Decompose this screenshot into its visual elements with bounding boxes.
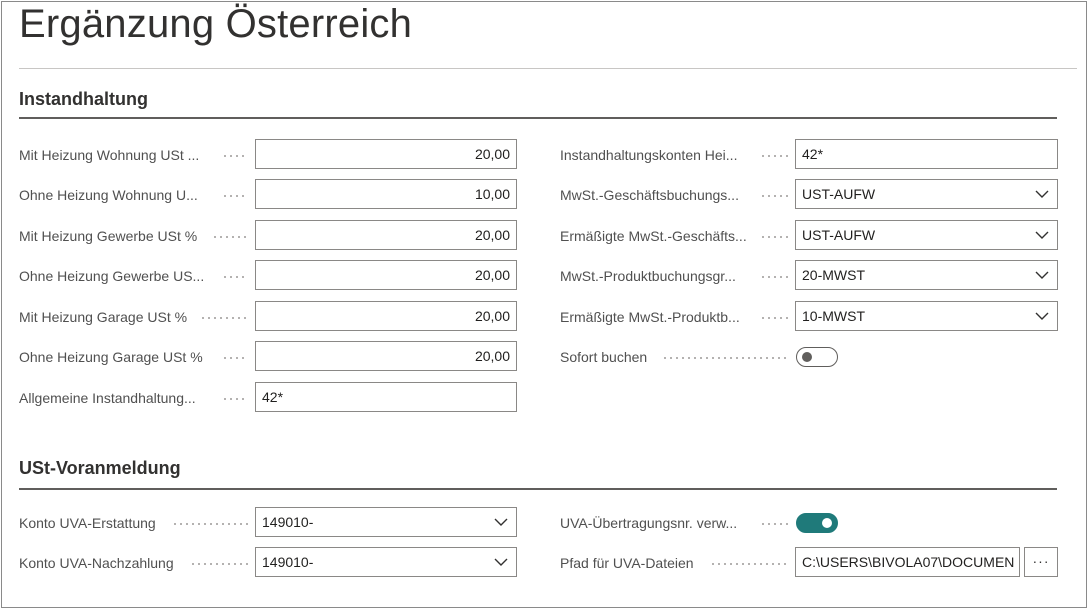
section-title-ust-voranmeldung[interactable]: USt-Voranmeldung	[19, 458, 181, 479]
mit-heizung-wohnung-input[interactable]: 20,00	[255, 139, 517, 169]
chevron-down-icon[interactable]	[494, 517, 508, 527]
uva-uebertragungsnr-toggle[interactable]	[796, 513, 838, 533]
leader-dots	[190, 563, 248, 565]
field-label: Allgemeine Instandhaltung...	[19, 390, 196, 406]
leader-dots	[760, 195, 788, 197]
ohne-heizung-gewerbe-input[interactable]: 20,00	[255, 260, 517, 290]
section-divider	[19, 117, 1057, 119]
field-label: Ohne Heizung Gewerbe US...	[19, 268, 205, 284]
field-label: Ermäßigte MwSt.-Produktb...	[560, 309, 740, 325]
leader-dots	[172, 523, 248, 525]
field-label: Mit Heizung Garage USt %	[19, 309, 188, 325]
leader-dots	[222, 155, 248, 157]
assist-edit-button[interactable]: ···	[1024, 547, 1058, 577]
sofort-buchen-toggle[interactable]	[796, 347, 838, 367]
leader-dots	[760, 523, 788, 525]
section-title-instandhaltung[interactable]: Instandhaltung	[19, 89, 148, 110]
leader-dots	[710, 563, 788, 565]
select-value: 10-MWST	[802, 308, 865, 324]
field-label: Ohne Heizung Wohnung U...	[19, 187, 198, 203]
field-label: UVA-Übertragungsnr. verw...	[560, 515, 738, 531]
konto-uva-erstattung-select[interactable]: 149010-	[255, 507, 517, 537]
chevron-down-icon[interactable]	[1035, 189, 1049, 199]
chevron-down-icon[interactable]	[1035, 270, 1049, 280]
select-value: UST-AUFW	[802, 227, 876, 243]
select-value: UST-AUFW	[802, 186, 876, 202]
leader-dots	[760, 276, 788, 278]
leader-dots	[760, 236, 788, 238]
field-label: Mit Heizung Wohnung USt ...	[19, 147, 200, 163]
leader-dots	[222, 276, 248, 278]
field-label: MwSt.-Geschäftsbuchungs...	[560, 187, 739, 203]
leader-dots	[760, 317, 788, 319]
field-label: Instandhaltungskonten Hei...	[560, 147, 738, 163]
section-divider	[19, 488, 1057, 490]
field-label: MwSt.-Produktbuchungsgr...	[560, 268, 736, 284]
toggle-knob	[802, 352, 812, 362]
leader-dots	[222, 398, 248, 400]
ohne-heizung-garage-input[interactable]: 20,00	[255, 341, 517, 371]
leader-dots	[222, 357, 248, 359]
leader-dots	[212, 236, 248, 238]
mit-heizung-garage-input[interactable]: 20,00	[255, 301, 517, 331]
leader-dots	[200, 317, 248, 319]
select-value: 149010-	[262, 514, 314, 530]
field-label: Ermäßigte MwSt.-Geschäfts...	[560, 228, 747, 244]
mwst-produktbuchung-select[interactable]: 20-MWST	[795, 260, 1058, 290]
page-title: Ergänzung Österreich	[19, 2, 413, 46]
allgemeine-instandhaltung-input[interactable]: 42*	[255, 382, 517, 412]
mwst-geschaeftsbuchung-select[interactable]: UST-AUFW	[795, 179, 1058, 209]
leader-dots	[662, 357, 788, 359]
chevron-down-icon[interactable]	[1035, 311, 1049, 321]
pfad-uva-dateien-input[interactable]: C:\USERS\BIVOLA07\DOCUMEN	[795, 547, 1020, 577]
leader-dots	[222, 195, 248, 197]
leader-dots	[760, 155, 788, 157]
chevron-down-icon[interactable]	[494, 557, 508, 567]
toggle-knob	[822, 518, 832, 528]
ermaessigte-produkt-select[interactable]: 10-MWST	[795, 301, 1058, 331]
instandhaltungskonten-input[interactable]: 42*	[795, 139, 1058, 169]
field-label: Mit Heizung Gewerbe USt %	[19, 228, 198, 244]
ohne-heizung-wohnung-input[interactable]: 10,00	[255, 179, 517, 209]
field-label: Konto UVA-Nachzahlung	[19, 555, 174, 571]
konto-uva-nachzahlung-select[interactable]: 149010-	[255, 547, 517, 577]
select-value: 149010-	[262, 554, 314, 570]
chevron-down-icon[interactable]	[1035, 230, 1049, 240]
mit-heizung-gewerbe-input[interactable]: 20,00	[255, 220, 517, 250]
field-label: Ohne Heizung Garage USt %	[19, 349, 203, 365]
select-value: 20-MWST	[802, 267, 865, 283]
title-divider	[19, 68, 1077, 69]
ermaessigte-geschaeft-select[interactable]: UST-AUFW	[795, 220, 1058, 250]
